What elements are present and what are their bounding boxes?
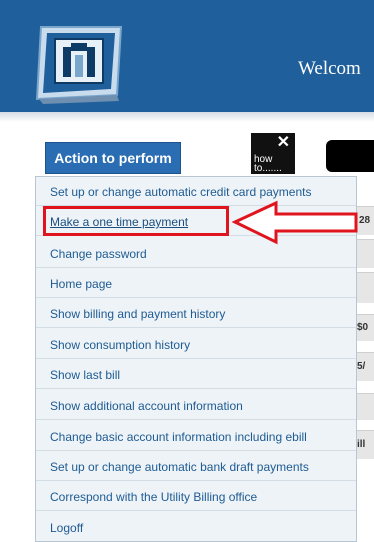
- pointer-arrow-icon: [232, 200, 358, 245]
- tools-icon: ✕: [276, 134, 290, 151]
- action-to-perform-button[interactable]: Action to perform: [45, 142, 181, 174]
- menu-item-last-bill[interactable]: Show last bill: [50, 368, 120, 382]
- menu-item-home-page[interactable]: Home page: [50, 277, 112, 291]
- menu-item-additional-info[interactable]: Show additional account information: [50, 399, 243, 413]
- menu-item-logoff[interactable]: Logoff: [50, 521, 83, 535]
- header-shadow: [0, 112, 374, 122]
- background-field: [357, 393, 374, 420]
- menu-divider: [36, 450, 356, 451]
- menu-item-billing-history[interactable]: Show billing and payment history: [50, 307, 225, 321]
- menu-divider: [36, 510, 356, 511]
- menu-divider: [36, 358, 356, 359]
- menu-item-change-password[interactable]: Change password: [50, 247, 147, 261]
- menu-item-change-account-info[interactable]: Change basic account information includi…: [50, 430, 307, 444]
- account-selector-bar[interactable]: [326, 140, 374, 172]
- background-field: ill: [357, 430, 374, 459]
- background-field: [357, 272, 374, 303]
- menu-divider: [36, 267, 356, 268]
- howto-label-line2: to.......: [254, 163, 282, 174]
- menu-item-bank-draft-autopay[interactable]: Set up or change automatic bank draft pa…: [50, 460, 309, 474]
- menu-item-consumption-history[interactable]: Show consumption history: [50, 338, 190, 352]
- page-header: Welcom: [0, 0, 374, 112]
- utility-logo-icon: [35, 26, 123, 104]
- menu-item-correspond-billing[interactable]: Correspond with the Utility Billing offi…: [50, 490, 257, 504]
- menu-divider: [36, 480, 356, 481]
- menu-divider: [36, 419, 356, 420]
- how-to-button[interactable]: ✕ how to.......: [251, 133, 295, 174]
- menu-divider: [36, 388, 356, 389]
- menu-divider: [36, 327, 356, 328]
- menu-divider: [36, 297, 356, 298]
- welcome-text: Welcom: [298, 58, 361, 79]
- highlight-box: [43, 206, 229, 236]
- background-field: 5/: [357, 352, 374, 381]
- menu-item-credit-card-autopay[interactable]: Set up or change automatic credit card p…: [50, 185, 311, 199]
- background-field: $0: [357, 314, 374, 341]
